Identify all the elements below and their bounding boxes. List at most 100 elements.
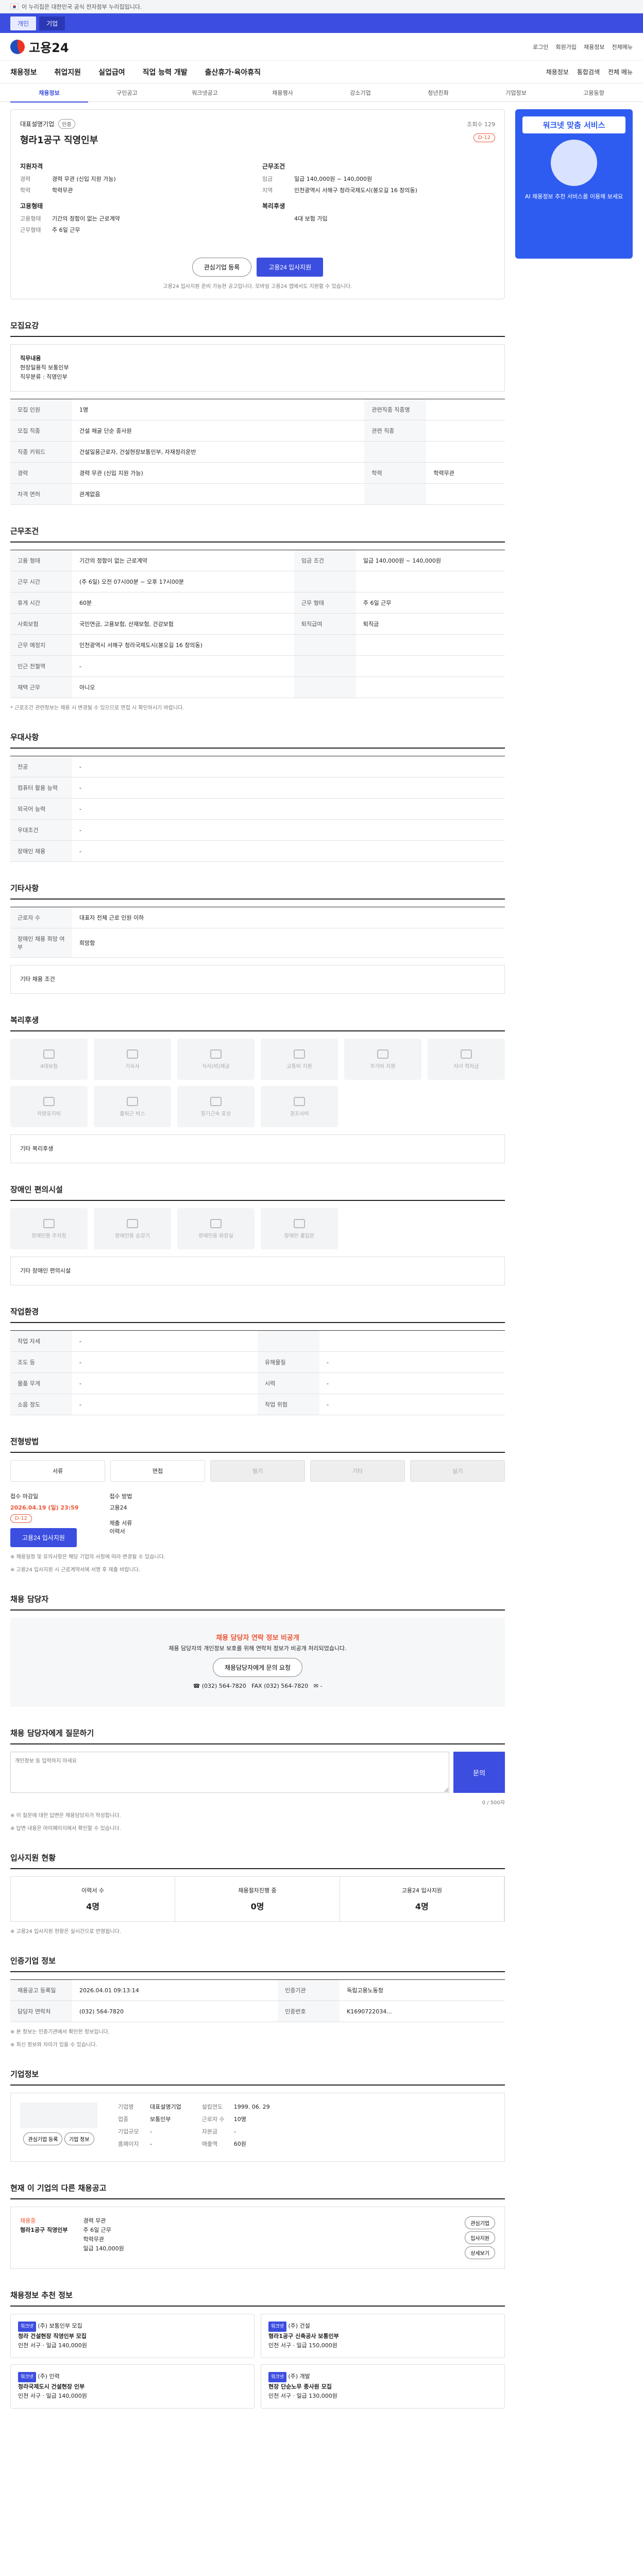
- cert-badge: 인증: [58, 119, 75, 129]
- qa-note: ※ 답변 내용은 마이페이지에서 확인할 수 있습니다.: [10, 1826, 121, 1832]
- source-tag: 워크넷: [268, 2372, 286, 2382]
- section-conditions: 근무조건 고용 형태 기간의 정함이 없는 근로계약 임금 조건 일급 140,000…: [10, 526, 505, 711]
- table-header: 임금 조건: [294, 550, 356, 571]
- table-header: 근무 시간: [10, 571, 72, 592]
- contact-head: 채용 담당자 연락 정보 비공개: [216, 1634, 299, 1642]
- table-cell: 60분: [72, 592, 294, 614]
- subnav-item[interactable]: 워크넷공고: [166, 89, 244, 97]
- recommend-card[interactable]: 워크넷 (주) 개발 현장 단순노무 종사원 모집 인천 서구 · 일급 130,0…: [261, 2364, 505, 2409]
- env-table: 작업 자세 - 조도 등 - 유해물질 - 물품 무게 - 시력 - 소음 정도 - 작업 위험 -: [10, 1330, 505, 1415]
- table-row: 작업 자세 -: [10, 1330, 505, 1352]
- gnb-jobs-icon-link[interactable]: 채용정보: [546, 67, 569, 76]
- subnav-item[interactable]: 청년친화: [399, 89, 477, 97]
- other-job-button[interactable]: 관심기업: [465, 2216, 495, 2229]
- search-icon[interactable]: 통합검색: [577, 67, 600, 76]
- table-row: 사회보험 국민연금, 고용보험, 산재보험, 건강보험 퇴직급여 퇴직금: [10, 613, 505, 635]
- other-job-detail: 경력 무관: [83, 2217, 106, 2224]
- other-job-details: 경력 무관 주 6일 근무 학력무관 일급 140,000원: [83, 2216, 124, 2259]
- benefit-icon: [210, 1218, 222, 1228]
- logo[interactable]: 고용24: [10, 38, 69, 56]
- box-line: 현장일용직 보통인부: [20, 364, 69, 371]
- table-row: 모집 인원 1명 관련직종 직종명: [10, 399, 505, 420]
- subnav-item[interactable]: 강소기업: [321, 89, 399, 97]
- apply-button[interactable]: 고용24 입사지원: [257, 258, 324, 277]
- summary-heading: 고용형태: [20, 202, 43, 210]
- recommend-card[interactable]: 워크넷 (주) 건설 형라1공구 신축공사 보통인부 인천 서구 · 일급 150,…: [261, 2314, 505, 2358]
- tab-personal[interactable]: 개인: [10, 16, 37, 30]
- gnb-item-support[interactable]: 취업지원: [55, 67, 81, 77]
- table-header: 자격 면허: [10, 483, 72, 505]
- stat-item: 고용24 입사지원 4명: [340, 1877, 504, 1921]
- menu-icon[interactable]: 전체 메뉴: [608, 67, 633, 76]
- recommend-card[interactable]: 워크넷 (주) 보통인부 모집 청라 건설현장 직영인부 모집 인천 서구 · 일급…: [10, 2314, 255, 2358]
- subnav-item[interactable]: 구인공고: [88, 89, 166, 97]
- kv-value: 4대 보험 가입: [294, 215, 328, 222]
- table-cell: 경력 무관 (신입 지원 가능): [72, 462, 365, 484]
- gnb-item-training[interactable]: 직업 능력 개발: [143, 67, 188, 77]
- disabled-etc-box: 기타 장애인 편의시설: [10, 1257, 505, 1285]
- tile-label: 교통비 지원: [286, 1063, 312, 1070]
- stats-note: ※ 고용24 입사지원 현황은 실시간으로 반영됩니다.: [10, 1929, 121, 1935]
- process-note: ※ 고용24 입사지원 시 근로계약서에 서명 후 제출 바랍니다.: [10, 1567, 141, 1573]
- table-row: 채용공고 등록일 2026.04.01 09:13:14 인증기관 독립고용노동청: [10, 1979, 505, 2001]
- welfare-tile: 장애인용 승강기: [94, 1208, 171, 1249]
- company-kv: 매출액 60원: [202, 2140, 270, 2149]
- table-header: 채용공고 등록일: [10, 1979, 72, 2001]
- join-link[interactable]: 회원가입: [556, 43, 577, 51]
- table-row: 고용 형태 기간의 정함이 없는 근로계약 임금 조건 일급 140,000원 ~ 1…: [10, 550, 505, 571]
- ad-banner[interactable]: 워크넷 맞춤 서비스 AI 채용정보 추천 서비스를 이용해 보세요: [515, 109, 633, 259]
- source-tag: 워크넷: [18, 2372, 36, 2382]
- other-job-button[interactable]: 입사지원: [465, 2231, 495, 2244]
- table-cell: [426, 483, 505, 505]
- subnav-item[interactable]: 채용행사: [244, 89, 321, 97]
- table-cell: 퇴직금: [356, 613, 505, 635]
- subnav-item[interactable]: 채용정보: [10, 89, 88, 103]
- welfare-tile: 교통비 지원: [261, 1039, 338, 1080]
- welfare-tile: 출퇴근 버스: [94, 1086, 171, 1127]
- table-header: 근로자 수: [10, 907, 72, 928]
- recommend-card[interactable]: 워크넷 (주) 인력 청라국제도시 건설현장 인부 인천 서구 · 일급 140,0…: [10, 2364, 255, 2409]
- table-header: [258, 1330, 319, 1352]
- kv-label: 업종: [118, 2116, 129, 2123]
- login-link[interactable]: 로그인: [533, 43, 548, 51]
- company-save-button[interactable]: 관심기업 등록: [23, 2132, 63, 2145]
- company-info-left: 기업명 대표설명기업 업종 보통인부 기업규모 - 홈페이지 -: [118, 2103, 181, 2152]
- subnav-item[interactable]: 고용동향: [555, 89, 633, 97]
- process-apply-button[interactable]: 고용24 입사지원: [10, 1528, 77, 1547]
- tab-company[interactable]: 기업: [39, 16, 65, 30]
- welfare-tile: 장애인용 화장실: [177, 1208, 255, 1249]
- send-question-button[interactable]: 문의: [453, 1752, 505, 1793]
- gnb-item-unemployment[interactable]: 실업급여: [98, 67, 125, 77]
- job-desc-box: 직무내용 현장일용직 보통인부 직무분류 : 직영인부: [10, 344, 505, 392]
- question-input[interactable]: [10, 1752, 449, 1793]
- welfare-tile: 경조사비: [261, 1086, 338, 1127]
- rec-location: 인천 서구: [18, 2393, 41, 2399]
- other-job-button[interactable]: 상세보기: [465, 2246, 495, 2259]
- gnb-item-jobs[interactable]: 채용정보: [10, 67, 37, 77]
- section-qa: 채용 담당자에게 질문하기 문의 0 / 500자 ※ 이 질문에 대한 답변은…: [10, 1727, 505, 1832]
- save-company-button[interactable]: 관심기업 등록: [192, 258, 252, 277]
- deadline-value: 2026.04.19 (일) 23:59: [10, 1504, 79, 1511]
- company-kv: 자본금 -: [202, 2127, 270, 2137]
- table-cell: [356, 571, 505, 592]
- contact-request-button[interactable]: 채용담당자에게 문의 요청: [212, 1658, 303, 1677]
- company-info-button[interactable]: 기업 정보: [64, 2132, 94, 2145]
- gnb-item-leave[interactable]: 출산휴가·육아휴직: [205, 67, 261, 77]
- other-job-title[interactable]: 형라1공구 직영인부: [20, 2227, 67, 2233]
- char-count: 0 / 500자: [482, 1800, 505, 1806]
- jobs-link[interactable]: 채용정보: [584, 43, 604, 51]
- contact-email: -: [320, 1683, 323, 1689]
- company-kv: 기업규모 -: [118, 2127, 181, 2137]
- all-menu-link[interactable]: 전체메뉴: [612, 43, 633, 51]
- table-row: 소음 정도 - 작업 위험 -: [10, 1394, 505, 1415]
- table-row: 장애인 채용 희망 여부 희망함: [10, 928, 505, 958]
- table-header: 인증번호: [278, 2001, 340, 2022]
- company-name[interactable]: 대표설명기업: [20, 120, 54, 128]
- cert-table: 채용공고 등록일 2026.04.01 09:13:14 인증기관 독립고용노동청 담당…: [10, 1979, 505, 2022]
- other-job-detail: 주 6일 근무: [83, 2227, 111, 2233]
- flag-icon: [10, 4, 19, 9]
- welfare-tile: 4대보험: [10, 1039, 88, 1080]
- subnav-item[interactable]: 기업정보: [477, 89, 555, 97]
- company-info-right: 설립연도 1999. 06. 29 근로자 수 10명 자본금 - 매출액 60원: [202, 2103, 270, 2152]
- table-header: 유해물질: [258, 1351, 319, 1373]
